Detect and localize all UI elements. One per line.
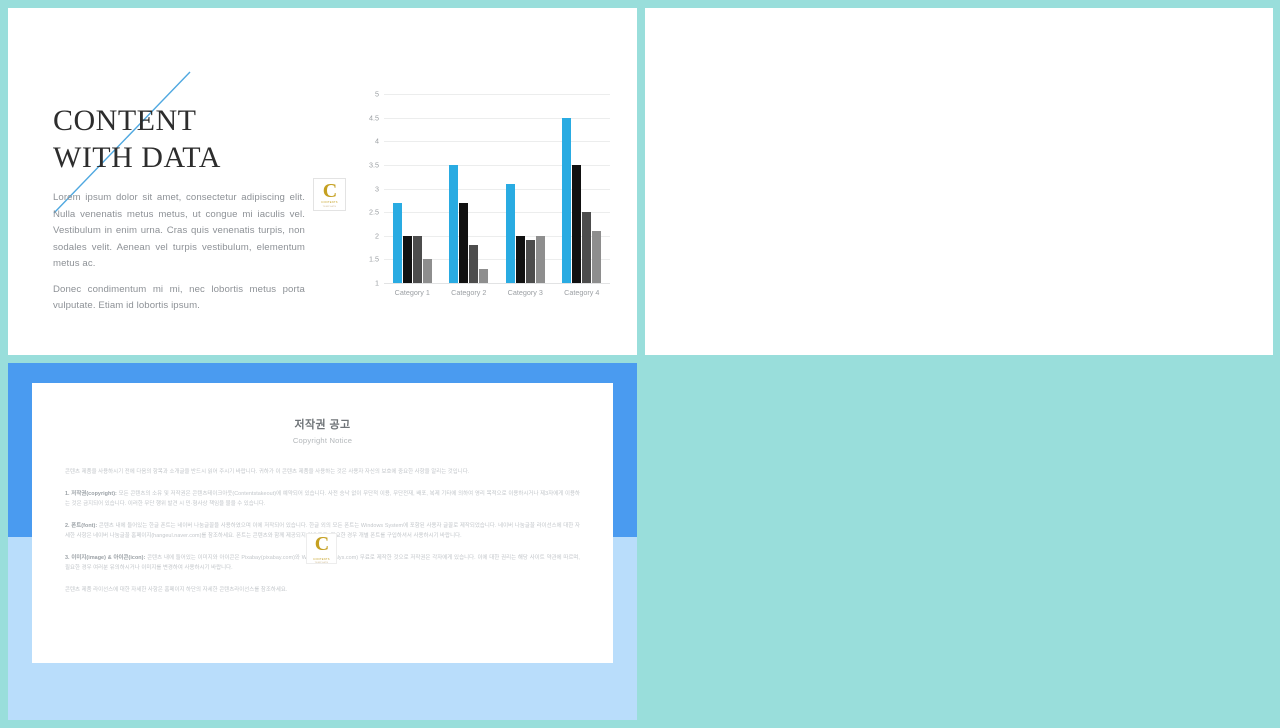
paragraph: Donec condimentum mi mi, nec lobortis me…: [53, 283, 305, 312]
copyright-body: 콘텐츠 제품을 사용하시기 전에 다음의 항목과 소개글을 반드시 읽어 주시기…: [65, 467, 580, 595]
chart-category-label: Category 1: [394, 288, 430, 297]
copyright-section: 1. 저작권(copyright): 모든 콘텐츠의 소유 및 저작권은 콘텐츠…: [65, 489, 580, 510]
logo-badge: C CONTENTS TEMPLATE: [313, 178, 346, 211]
chart-bar: [515, 235, 525, 283]
chart-y-tick: 3: [375, 184, 379, 193]
copyright-intro: 콘텐츠 제품을 사용하시기 전에 다음의 항목과 소개글을 반드시 읽어 주시기…: [65, 469, 470, 475]
chart-category-label: Category 3: [507, 288, 543, 297]
chart-bar: [582, 212, 592, 283]
chart-category-labels: Category 1 Category 2 Category 3 Category 4: [384, 288, 610, 297]
chart-bar-group: [384, 94, 441, 283]
chart-bar: [422, 259, 432, 283]
section-heading: 2. 폰트(font):: [65, 522, 98, 529]
chart-bar: [469, 245, 479, 283]
section-heading: 3. 이미지(image) & 아이콘(icon):: [65, 554, 146, 561]
copyright-title-en: Copyright Notice: [292, 436, 353, 445]
page-title: CONTENT WITH DATA: [53, 104, 221, 174]
chart-category-label: Category 4: [564, 288, 600, 297]
chart-bar: [459, 202, 469, 283]
chart-bar: [505, 183, 515, 283]
logo-subtitle: CONTENTS: [321, 201, 338, 205]
chart-bar: [392, 202, 402, 283]
chart-bar: [449, 164, 459, 283]
chart-bar: [402, 235, 412, 283]
copyright-slide-frame: 저작권 공고 Copyright Notice 콘텐츠 제품을 사용하시기 전에…: [8, 363, 637, 720]
chart-baseline: [384, 283, 610, 284]
logo-watermark: C CONTENTS TEMPLATE: [306, 533, 337, 564]
chart-y-tick: 2.5: [369, 207, 379, 217]
chart-y-tick: 2: [375, 231, 379, 241]
slide-content-amber[interactable]: CONTENT WITH DATA Lorem ipsum dolor sit …: [645, 8, 1273, 355]
copyright-outro: 콘텐츠 제품 라이선스에 대한 자세한 사항은 홈페이지 하단의 자세한 콘텐츠…: [65, 586, 288, 593]
logo-letter: C: [322, 179, 337, 202]
chart-bar: [535, 235, 545, 283]
bar-chart-blue: 1 1.5 2 2.5 3 3.5 4 4.5 5 Category 1 Category 2 Cat…: [348, 90, 610, 299]
chart-bar: [412, 235, 422, 283]
chart-bar-group: [554, 94, 611, 283]
section-text: 모든 콘텐츠의 소유 및 저작권은 콘텐츠테이크아웃(Contentstakeo…: [65, 490, 580, 508]
chart-bar: [525, 240, 535, 283]
chart-category-label: Category 2: [451, 288, 487, 297]
logo-subtitle: CONTENTS: [313, 557, 330, 561]
chart-y-tick: 4: [375, 136, 379, 146]
logo-subtitle-2: TEMPLATE: [314, 561, 329, 564]
slide-deck-canvas: CONTENT WITH DATA Lorem ipsum dolor sit …: [0, 0, 1280, 728]
copyright-title-ko: 저작권 공고: [294, 419, 351, 431]
chart-bar-group: [441, 94, 498, 283]
chart-y-tick: 1.5: [369, 254, 379, 264]
chart-bar: [592, 231, 602, 283]
text-column: CONTENT WITH DATA Lorem ipsum dolor sit …: [53, 103, 305, 315]
chart-bar: [479, 268, 489, 283]
slide-copyright[interactable]: 저작권 공고 Copyright Notice 콘텐츠 제품을 사용하시기 전에…: [32, 383, 613, 663]
chart-bar: [562, 117, 572, 283]
logo-letter: C: [314, 533, 329, 556]
section-heading: 1. 저작권(copyright):: [65, 490, 117, 497]
chart-plot-area: 1 1.5 2 2.5 3 3.5 4 4.5 5: [369, 90, 610, 288]
body-copy: Lorem ipsum dolor sit amet, consectetur …: [53, 190, 305, 315]
slide-content-blue[interactable]: CONTENT WITH DATA Lorem ipsum dolor sit …: [8, 8, 637, 355]
chart-y-tick: 3.5: [369, 160, 379, 170]
logo-subtitle-2: TEMPLATE: [322, 205, 337, 208]
paragraph: Lorem ipsum dolor sit amet, consectetur …: [53, 192, 305, 270]
chart-bar-group: [497, 94, 554, 283]
chart-y-tick: 4.5: [369, 113, 379, 123]
chart-y-tick: 5: [375, 89, 379, 99]
chart-y-tick: 1: [375, 278, 379, 288]
chart-bar-groups: [384, 94, 610, 283]
chart-bar: [572, 164, 582, 283]
